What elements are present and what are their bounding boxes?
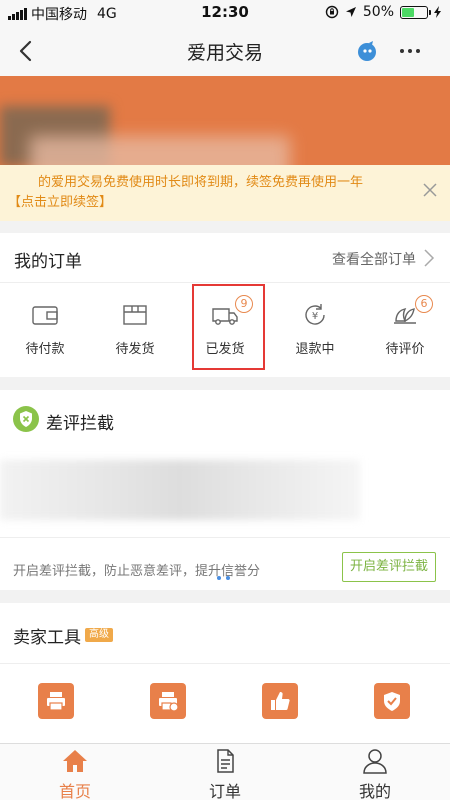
premium-tag: 高级 xyxy=(85,628,113,642)
refund-icon: ¥ xyxy=(305,304,325,325)
shield-check-icon xyxy=(374,683,410,719)
highlight-box xyxy=(192,284,265,370)
order-label: 待付款 xyxy=(25,342,65,357)
view-all-orders-link[interactable]: 查看全部订单 xyxy=(332,249,416,269)
order-refunding[interactable]: ¥ 退款中 xyxy=(270,288,360,368)
page-title: 爱用交易 xyxy=(186,42,263,64)
charging-icon xyxy=(434,6,441,18)
package-icon xyxy=(123,305,147,325)
orientation-lock-icon xyxy=(325,5,339,19)
bad-review-section: 差评拦截 开启差评拦截，防止恶意差评，提升信誉分 开启差评拦截 xyxy=(0,390,450,590)
shield-x-icon xyxy=(13,406,39,432)
bad-review-title: 差评拦截 xyxy=(46,414,114,434)
thumbs-up-icon xyxy=(262,683,298,719)
orders-header: 我的订单 查看全部订单 xyxy=(0,233,450,283)
renewal-notice: 的爱用交易免费使用时长即将到期，续签免费再使用一年 【点击立即续签】 xyxy=(0,165,450,221)
tab-label: 我的 xyxy=(358,782,391,800)
battery-percent: 50% xyxy=(362,4,394,20)
auto-print-icon xyxy=(150,683,186,719)
status-bar: 中国移动 4G 12:30 50% xyxy=(0,0,450,26)
chevron-right-icon[interactable] xyxy=(422,247,436,269)
tab-label: 订单 xyxy=(208,782,241,800)
orders-title: 我的订单 xyxy=(14,252,82,272)
enable-bad-review-button[interactable]: 开启差评拦截 xyxy=(342,552,436,582)
home-icon xyxy=(63,750,87,772)
order-pending-review[interactable]: 6 待评价 xyxy=(360,288,450,368)
renew-link[interactable]: 【点击立即续签】 xyxy=(8,193,410,213)
carousel-dot xyxy=(217,576,221,580)
tools-title: 卖家工具 xyxy=(13,628,81,648)
order-label: 待发货 xyxy=(115,342,155,357)
battery-icon xyxy=(400,5,431,19)
svg-text:¥: ¥ xyxy=(312,311,318,322)
tool-auto-review[interactable] xyxy=(224,683,336,743)
divider xyxy=(0,537,450,538)
tab-mine[interactable]: 我的 xyxy=(300,744,450,800)
divider xyxy=(0,663,450,664)
tab-bar: 首页 订单 我的 xyxy=(0,743,450,800)
printer-icon xyxy=(38,683,74,719)
order-label: 待评价 xyxy=(385,342,425,357)
order-label: 退款中 xyxy=(295,342,335,357)
close-icon[interactable] xyxy=(422,182,438,198)
tab-home[interactable]: 首页 xyxy=(0,744,150,800)
order-pending-shipment[interactable]: 待发货 xyxy=(90,288,180,368)
notice-text: 的爱用交易免费使用时长即将到期，续签免费再使用一年 xyxy=(38,175,364,190)
tool-auto-print[interactable] xyxy=(112,683,224,743)
order-pending-payment[interactable]: 待付款 xyxy=(0,288,90,368)
status-right: 50% xyxy=(325,4,442,20)
nav-bar: 爱用交易 xyxy=(0,26,450,76)
user-icon xyxy=(363,749,387,774)
carousel-dots xyxy=(217,576,230,580)
location-icon xyxy=(345,7,356,17)
tab-orders[interactable]: 订单 xyxy=(150,744,300,800)
tool-print[interactable] xyxy=(0,683,112,743)
more-icon[interactable] xyxy=(398,40,422,62)
tab-label: 首页 xyxy=(58,782,91,800)
blurred-region xyxy=(0,460,360,520)
order-badge: 6 xyxy=(415,295,433,313)
seller-tools-section: 卖家工具 高级 xyxy=(0,603,450,743)
message-bird-icon[interactable] xyxy=(356,40,378,62)
wallet-icon xyxy=(32,306,58,325)
carousel-dot xyxy=(226,576,230,580)
document-icon xyxy=(217,749,234,773)
tool-bad-review-block[interactable] xyxy=(336,683,448,743)
